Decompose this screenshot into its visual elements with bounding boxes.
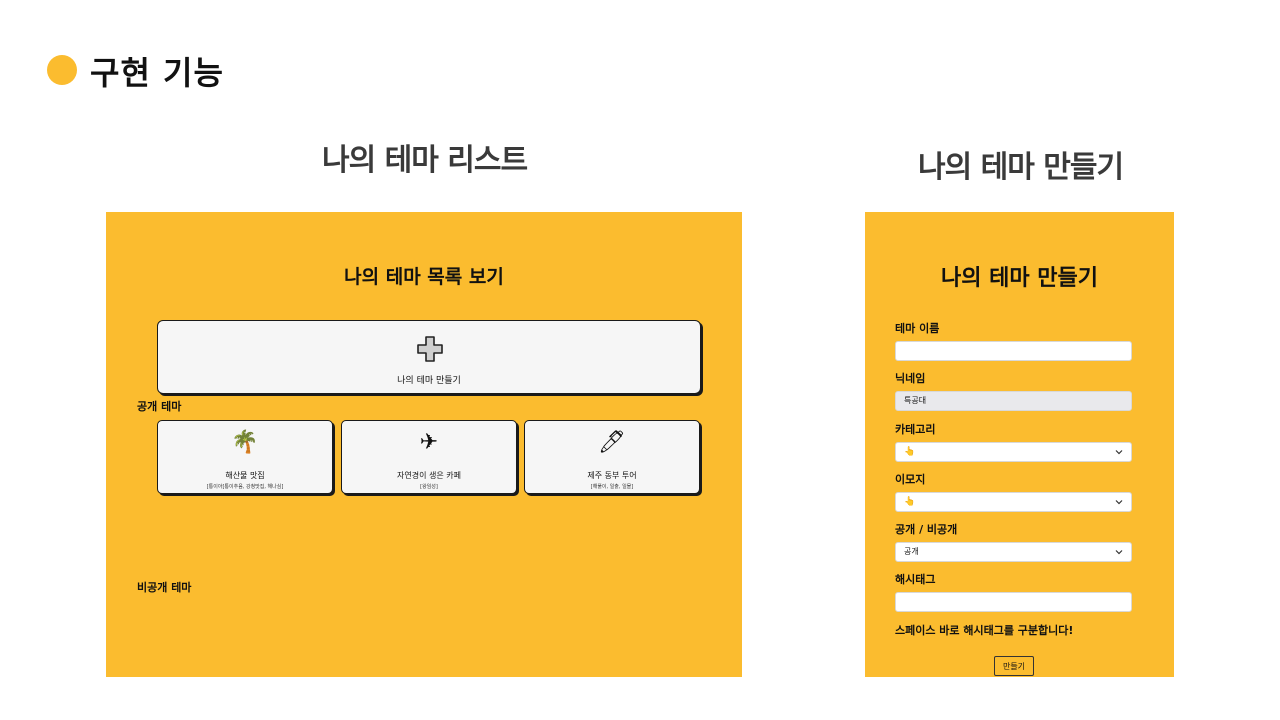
theme-card-name: 해산물 맛집	[225, 471, 265, 480]
visibility-select[interactable]: 공개	[895, 542, 1132, 562]
emoji-select-value: 👆	[904, 497, 916, 507]
palm-tree-icon: 🌴	[231, 430, 259, 455]
chevron-down-icon	[1115, 450, 1123, 455]
theme-list-panel: 나의 테마 목록 보기 나의 테마 만들기 공개 테마 🌴 해산물 맛집 [통이…	[106, 212, 742, 677]
right-heading: 나의 테마 만들기	[918, 150, 1124, 185]
theme-card[interactable]: ✈ 자연경이 생은 카페 [왕임성]	[341, 420, 517, 494]
theme-name-input[interactable]	[895, 341, 1132, 361]
theme-card-tags: [왕임성]	[420, 484, 438, 490]
visibility-select-value: 공개	[904, 547, 919, 556]
create-theme-button[interactable]: 만들기	[994, 656, 1034, 676]
nickname-field: 특공대	[895, 391, 1132, 411]
chevron-down-icon	[1115, 550, 1123, 555]
emoji-label: 이모지	[895, 473, 926, 486]
category-select[interactable]: 👆	[895, 442, 1132, 462]
airplane-icon: ✈	[419, 430, 439, 455]
slide-title: 구현 기능	[90, 54, 224, 92]
hashtag-hint: 스페이스 바로 해시태그를 구분합니다!	[895, 624, 1074, 637]
hashtag-label: 해시태그	[895, 573, 936, 586]
visibility-label: 공개 / 비공개	[895, 523, 958, 536]
theme-list-title: 나의 테마 목록 보기	[344, 266, 504, 288]
left-heading: 나의 테마 리스트	[322, 143, 528, 178]
theme-card[interactable]: 🖊 제주 동부 투어 [해풀이, 일출, 일몰]	[524, 420, 700, 494]
public-themes-label: 공개 테마	[137, 400, 182, 413]
theme-form-title: 나의 테마 만들기	[941, 266, 1098, 291]
plus-icon	[417, 336, 443, 362]
nickname-label: 닉네임	[895, 372, 926, 385]
category-label: 카테고리	[895, 423, 936, 436]
theme-card-name: 자연경이 생은 카페	[397, 471, 461, 480]
chevron-down-icon	[1115, 500, 1123, 505]
theme-card-tags: [통이아[통이추음, 강청맛집, 해나심]	[206, 484, 284, 490]
hashtag-input[interactable]	[895, 592, 1132, 612]
theme-form-panel: 나의 테마 만들기 테마 이름 닉네임 특공대 카테고리 👆 이모지 👆 공개 …	[865, 212, 1174, 677]
category-select-value: 👆	[904, 447, 916, 457]
theme-card-tags: [해풀이, 일출, 일몰]	[590, 484, 634, 490]
private-themes-label: 비공개 테마	[137, 581, 192, 594]
pen-icon: 🖊	[598, 430, 626, 455]
title-bullet	[47, 55, 77, 85]
emoji-select[interactable]: 👆	[895, 492, 1132, 512]
theme-card[interactable]: 🌴 해산물 맛집 [통이아[통이추음, 강청맛집, 해나심]	[157, 420, 333, 494]
theme-name-label: 테마 이름	[895, 322, 940, 335]
theme-card-name: 제주 동부 투어	[587, 471, 637, 480]
create-theme-card[interactable]: 나의 테마 만들기	[157, 320, 701, 394]
create-theme-label: 나의 테마 만들기	[397, 376, 461, 386]
